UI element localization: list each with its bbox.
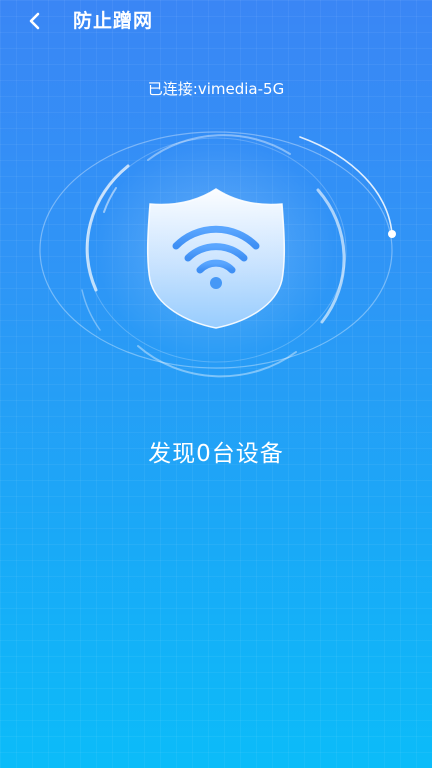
back-button[interactable] <box>22 8 48 34</box>
scan-dot <box>388 230 396 238</box>
chevron-left-icon <box>29 12 40 30</box>
radar-scan-graphic <box>39 131 396 378</box>
scan-result-text: 发现0台设备 <box>148 441 284 467</box>
wifi-shield-icon <box>146 188 286 329</box>
page-title: 防止蹭网 <box>73 10 154 32</box>
top-bar: 防止蹭网 <box>0 0 432 44</box>
